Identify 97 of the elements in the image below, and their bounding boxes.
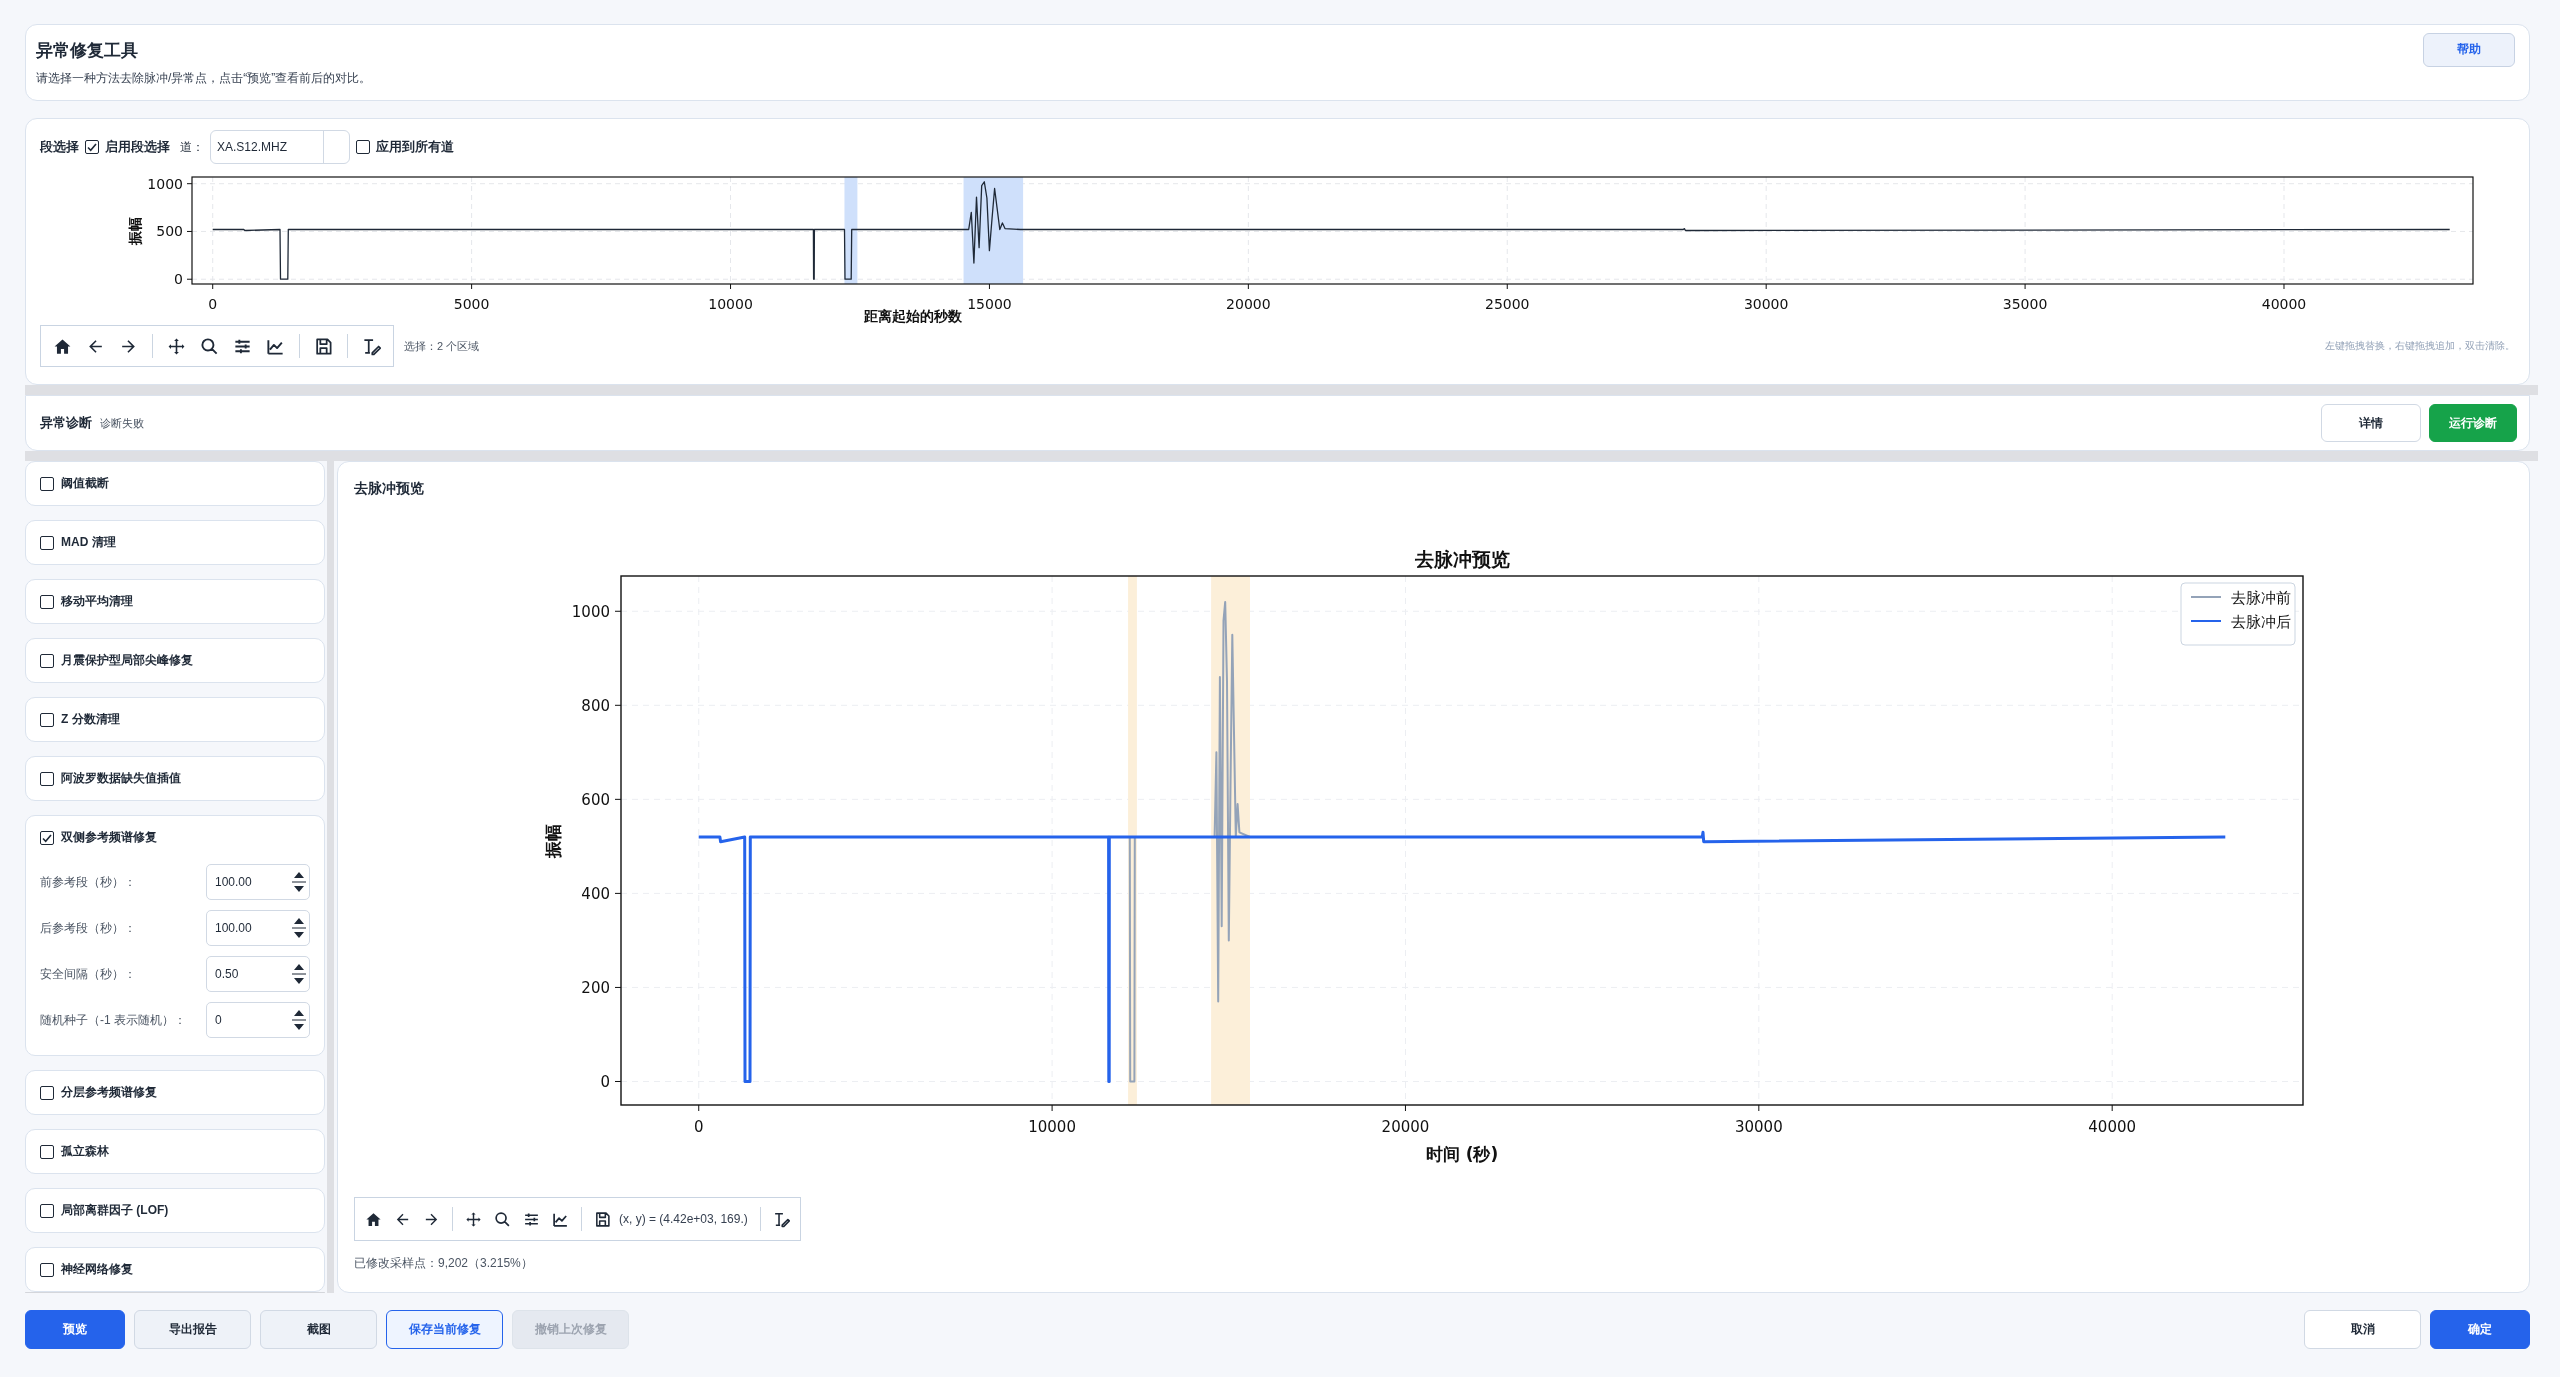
param-label: 前参考段（秒）： <box>40 873 136 891</box>
checkbox[interactable] <box>356 140 370 154</box>
checkbox[interactable] <box>40 830 54 845</box>
method-label: 神经网络修复 <box>61 1261 133 1278</box>
checkbox-label: 应用到所有道 <box>376 138 454 156</box>
axis-label: 振幅 <box>127 216 143 245</box>
tick-label: 1000 <box>571 603 610 622</box>
edit-axis-icon[interactable] <box>362 336 381 356</box>
footer-button[interactable]: 取消 <box>2304 1310 2421 1349</box>
legend-label: 去脉冲后 <box>2231 613 2291 631</box>
tick-label: 600 <box>581 791 610 810</box>
checkbox[interactable] <box>40 1262 54 1277</box>
diagnosis-button[interactable]: 详情 <box>2321 404 2421 442</box>
tick-label: 0 <box>693 1118 704 1136</box>
tick-label: 40000 <box>2088 1118 2137 1136</box>
edit-axis-icon[interactable] <box>772 1210 790 1228</box>
tick-label: 25000 <box>1485 296 1530 312</box>
axis-label: 时间 (秒) <box>1425 1144 1499 1164</box>
tick-label: 10000 <box>708 296 753 312</box>
tick-label: 0 <box>174 271 183 288</box>
tick-label: 1000 <box>147 175 183 192</box>
method-label: 分层参考频谱修复 <box>61 1084 157 1101</box>
axis-label: 振幅 <box>543 823 563 858</box>
tick-label: 200 <box>581 979 610 998</box>
footer-button[interactable]: 导出报告 <box>134 1310 251 1349</box>
method-label: 移动平均清理 <box>61 593 133 610</box>
help-button[interactable]: 帮助 <box>2423 32 2515 67</box>
method-label: 孤立森林 <box>61 1143 109 1160</box>
footer-button[interactable]: 截图 <box>260 1310 377 1349</box>
diagnosis-status: 诊断失败 <box>100 415 144 431</box>
save-icon[interactable] <box>594 1210 611 1228</box>
channel-field[interactable]: XA.S12.MHZ <box>210 130 350 164</box>
tick-label: 35000 <box>2002 296 2048 312</box>
checkbox[interactable] <box>40 594 54 609</box>
tick-label: 400 <box>581 885 610 904</box>
method-label: 月震保护型局部尖峰修复 <box>61 652 193 669</box>
method-label: 局部离群因子 (LOF) <box>61 1202 169 1219</box>
selection-status: 选择：2 个区域 <box>404 338 480 354</box>
cursor-coordinates: (x, y) = (4.42e+03, 169.) <box>619 1212 748 1226</box>
save-icon[interactable] <box>314 336 333 356</box>
preview-title: 去脉冲预览 <box>354 480 425 498</box>
param-label: 安全间隔（秒）： <box>40 965 136 983</box>
tick-label: 40000 <box>2261 296 2307 312</box>
search-icon[interactable] <box>494 1210 511 1228</box>
hint-text: 左键拖拽替换，右键拖拽追加，双击清除。 <box>2325 339 2515 353</box>
checkbox[interactable] <box>40 712 54 727</box>
home-icon[interactable] <box>365 1210 382 1228</box>
tick-label: 800 <box>581 697 610 716</box>
method-label: MAD 清理 <box>61 534 116 551</box>
number-field[interactable]: 0 <box>206 1002 310 1038</box>
param-label: 后参考段（秒）： <box>40 919 136 937</box>
checkbox[interactable] <box>40 535 54 550</box>
checkbox[interactable] <box>85 140 99 154</box>
checkbox[interactable] <box>40 1144 54 1159</box>
search-icon[interactable] <box>200 336 219 356</box>
tick-label: 15000 <box>967 296 1012 312</box>
tick-label: 30000 <box>1743 296 1789 312</box>
move-icon[interactable] <box>167 336 186 356</box>
method-label: 双侧参考频谱修复 <box>61 829 157 846</box>
checkbox[interactable] <box>40 771 54 786</box>
scrollbar[interactable] <box>327 461 334 1293</box>
checkbox[interactable] <box>40 476 54 491</box>
tick-label: 30000 <box>1734 1118 1783 1136</box>
footer-button[interactable]: 预览 <box>25 1310 125 1349</box>
checkbox-label: 启用段选择 <box>105 138 170 156</box>
diagnosis-title: 异常诊断 <box>40 414 92 432</box>
checkbox[interactable] <box>40 1085 54 1100</box>
method-label: Z 分数清理 <box>61 711 120 728</box>
scrollbar[interactable] <box>25 1292 325 1293</box>
chart-title: 去脉冲预览 <box>1414 548 1510 570</box>
home-icon[interactable] <box>53 336 72 356</box>
channel-label: 道： <box>180 138 204 156</box>
tick-label: 20000 <box>1226 296 1271 312</box>
checkbox[interactable] <box>40 653 54 668</box>
tick-label: 10000 <box>1028 1118 1076 1136</box>
footer-button[interactable]: 保存当前修复 <box>386 1310 503 1349</box>
move-icon[interactable] <box>465 1210 482 1228</box>
tick-label: 500 <box>156 223 183 240</box>
legend-label: 去脉冲前 <box>2231 589 2291 607</box>
page-subtitle: 请选择一种方法去除脉冲/异常点，点击“预览”查看前后的对比。 <box>36 69 373 87</box>
method-label: 阿波罗数据缺失值插值 <box>61 770 181 787</box>
number-field[interactable]: 100.00 <box>206 910 310 946</box>
param-label: 随机种子（-1 表示随机）： <box>40 1011 186 1029</box>
checkbox[interactable] <box>40 1203 54 1218</box>
number-field[interactable]: 0.50 <box>206 956 310 992</box>
page-title: 异常修复工具 <box>36 39 139 62</box>
method-label: 阈值截断 <box>61 475 109 492</box>
modified-count: 已修改采样点：9,202（3.215%） <box>354 1255 534 1272</box>
segment-label: 段选择 <box>40 138 79 156</box>
number-field[interactable]: 100.00 <box>206 864 310 900</box>
tick-label: 0 <box>208 296 218 312</box>
tick-label: 0 <box>600 1073 610 1092</box>
axis-label: 距离起始的秒数 <box>863 308 962 324</box>
footer-button[interactable]: 确定 <box>2430 1310 2530 1349</box>
tick-label: 5000 <box>453 296 490 312</box>
tick-label: 20000 <box>1381 1118 1430 1136</box>
sliders-icon[interactable] <box>523 1210 540 1228</box>
